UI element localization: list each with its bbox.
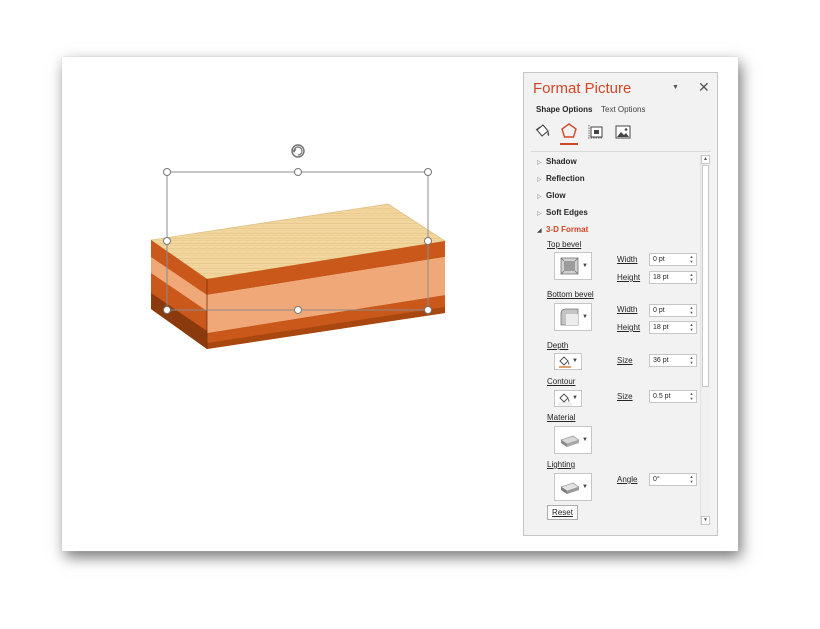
bottom-bevel-label: Bottom bevel	[547, 290, 594, 299]
section-label: Reflection	[546, 174, 585, 183]
material-dropdown[interactable]: ▼	[554, 426, 592, 454]
lighting-dropdown[interactable]: ▼	[554, 473, 592, 501]
scroll-down-arrow[interactable]: ▼	[701, 516, 710, 525]
expand-triangle-icon: ▷	[537, 177, 542, 183]
resize-handle-top	[294, 168, 302, 176]
pane-title: Format Picture	[533, 80, 632, 97]
close-icon[interactable]: ✕	[698, 79, 710, 96]
picture-icon[interactable]	[612, 121, 634, 143]
fill-line-icon[interactable]	[532, 121, 554, 143]
contour-size-label: Size	[617, 392, 633, 401]
expand-triangle-icon: ▷	[537, 194, 542, 200]
paint-bucket-icon	[559, 356, 571, 368]
expand-triangle-icon: ▷	[537, 160, 542, 166]
3d-wood-block[interactable]	[150, 203, 446, 349]
contour-size-input[interactable]: 0.5 pt ▲ ▼	[649, 390, 697, 403]
spin-arrows[interactable]: ▲ ▼	[688, 355, 695, 366]
top-bevel-height-label: Height	[617, 273, 641, 282]
tab-shape-options[interactable]: Shape Options	[536, 105, 592, 114]
top-bevel-label: Top bevel	[547, 240, 582, 249]
resize-handle-bottom-right	[424, 306, 432, 314]
lighting-angle-label: Angle	[617, 475, 638, 484]
paint-bucket-icon	[558, 393, 572, 406]
bevel-preview-icon	[560, 308, 579, 326]
top-bevel-width-input[interactable]: 0 pt ▲ ▼	[649, 253, 697, 266]
spin-arrows[interactable]: ▲ ▼	[688, 254, 695, 265]
lighting-preview-icon	[560, 482, 580, 494]
depth-color-dropdown[interactable]: ▼	[554, 353, 582, 370]
section-label: Soft Edges	[546, 208, 588, 217]
bottom-bevel-width-label: Width	[617, 305, 638, 314]
spin-arrows[interactable]: ▲ ▼	[688, 272, 695, 283]
collapse-triangle-icon: ◢	[537, 228, 542, 234]
section-shadow[interactable]: ▷ Shadow	[537, 157, 577, 166]
pane-scrollbar[interactable]: ▲ ▼	[700, 155, 710, 525]
section-reflection[interactable]: ▷ Reflection	[537, 174, 585, 183]
lighting-angle-input[interactable]: 0° ▲ ▼	[649, 473, 697, 486]
tab-text-options[interactable]: Text Options	[601, 105, 645, 114]
material-label: Material	[547, 413, 576, 422]
spin-arrows[interactable]: ▲ ▼	[688, 391, 695, 402]
size-properties-icon[interactable]	[585, 121, 607, 143]
scroll-thumb[interactable]	[702, 165, 709, 387]
material-preview-icon	[560, 435, 580, 447]
section-label: Glow	[546, 191, 566, 200]
bottom-bevel-height-input[interactable]: 18 pt ▲ ▼	[649, 321, 697, 334]
depth-size-input[interactable]: 36 pt ▲ ▼	[649, 354, 697, 367]
scroll-up-arrow[interactable]: ▲	[701, 155, 710, 164]
active-tab-underline	[560, 143, 578, 145]
resize-handle-bottom	[294, 306, 302, 314]
format-picture-pane: Format Picture ▼ ✕ Shape Options Text Op…	[523, 72, 718, 536]
resize-handle-top-left	[163, 168, 171, 176]
resize-handle-left	[163, 237, 171, 245]
resize-handle-top-right	[424, 168, 432, 176]
section-soft-edges[interactable]: ▷ Soft Edges	[537, 208, 588, 217]
depth-label: Depth	[547, 341, 569, 350]
effects-pentagon-icon[interactable]	[558, 121, 580, 145]
bottom-bevel-height-label: Height	[617, 323, 641, 332]
spin-arrows[interactable]: ▲ ▼	[688, 474, 695, 485]
expand-triangle-icon: ▷	[537, 211, 542, 217]
dropdown-triangle-icon[interactable]: ▼	[672, 84, 679, 91]
depth-size-label: Size	[617, 356, 633, 365]
section-label: Shadow	[546, 157, 577, 166]
lighting-label: Lighting	[547, 460, 576, 469]
resize-handle-right	[424, 237, 432, 245]
top-bevel-width-label: Width	[617, 255, 638, 264]
section-glow[interactable]: ▷ Glow	[537, 191, 566, 200]
reset-button[interactable]: Reset	[547, 505, 578, 520]
top-bevel-dropdown[interactable]: ▼	[554, 252, 592, 280]
top-bevel-height-input[interactable]: 18 pt ▲ ▼	[649, 271, 697, 284]
contour-color-dropdown[interactable]: ▼	[554, 390, 582, 407]
bottom-bevel-dropdown[interactable]: ▼	[554, 303, 592, 331]
section-3d-format[interactable]: ◢ 3-D Format	[537, 225, 588, 234]
bevel-preview-icon	[560, 257, 579, 275]
pane-divider	[531, 151, 711, 152]
section-label: 3-D Format	[546, 225, 589, 234]
resize-handle-bottom-left	[163, 306, 171, 314]
rotate-handle-icon[interactable]	[291, 144, 305, 158]
spin-arrows[interactable]: ▲ ▼	[688, 322, 695, 333]
contour-label: Contour	[547, 377, 576, 386]
bottom-bevel-width-input[interactable]: 0 pt ▲ ▼	[649, 304, 697, 317]
spin-arrows[interactable]: ▲ ▼	[688, 305, 695, 316]
